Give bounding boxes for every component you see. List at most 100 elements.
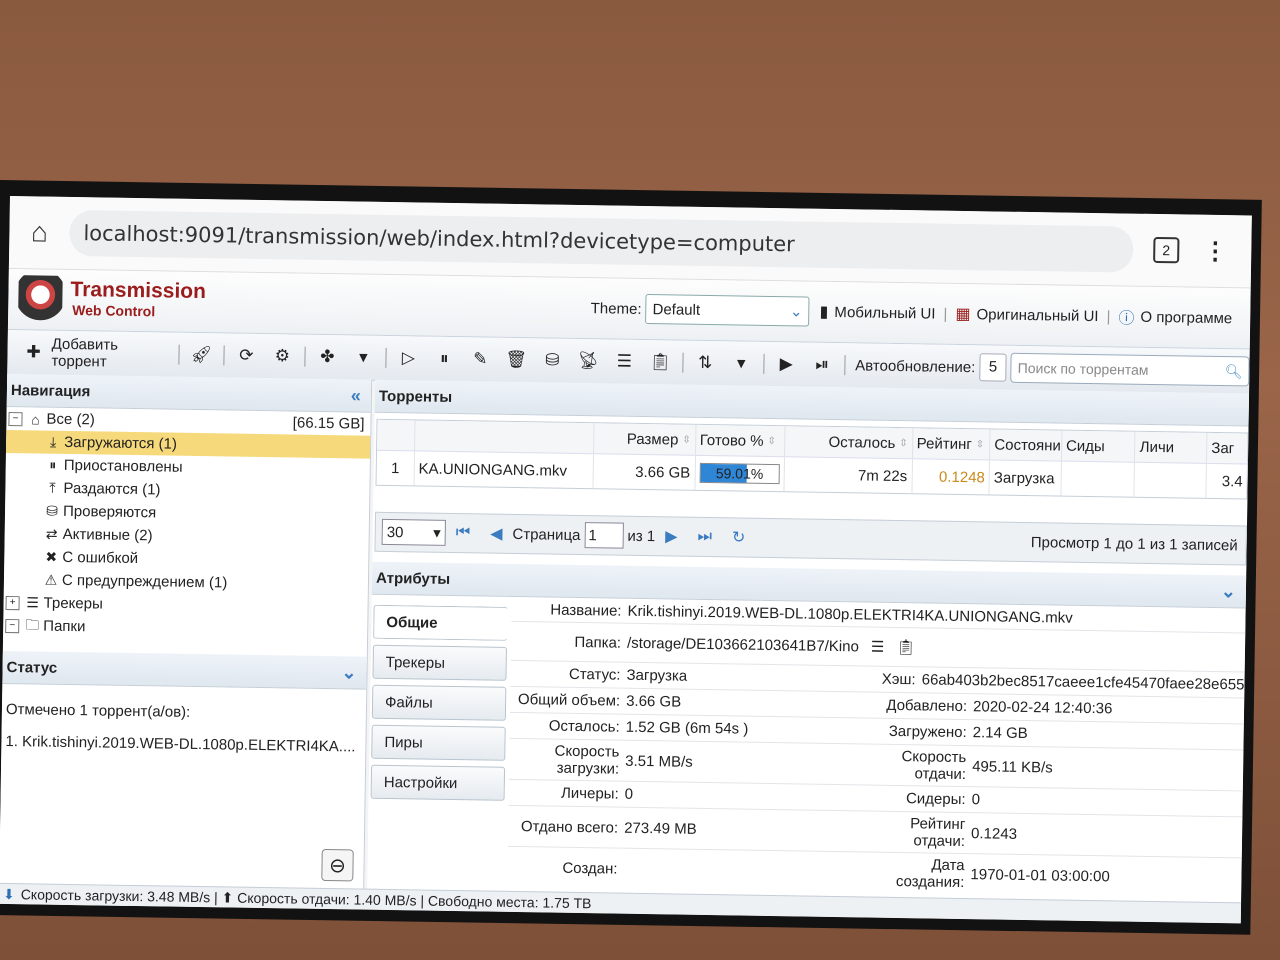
row-ratio: 0.1248 <box>911 459 991 495</box>
start-icon[interactable]: ▷ <box>394 344 422 372</box>
collapse-icon[interactable]: − <box>5 618 20 633</box>
loaded-value: 2.14 GB <box>972 724 1028 743</box>
search-input[interactable]: Поиск по торрентам 🔍︎ <box>1010 352 1250 387</box>
collapse-icon[interactable]: − <box>8 411 23 426</box>
col-left[interactable]: Осталось ⇳ <box>785 426 913 459</box>
tab-peers[interactable]: Пиры <box>371 724 506 761</box>
start-all-icon[interactable]: ▶ <box>772 350 800 378</box>
leechers-label: Личеры: <box>560 784 619 803</box>
trash-icon[interactable]: 🗑︎ <box>502 346 530 374</box>
list-icon[interactable]: ☰ <box>610 347 638 375</box>
chevron-down-double-icon[interactable]: ⌄ <box>341 662 356 683</box>
col-size[interactable]: Размер ⇳ <box>594 423 697 455</box>
reload-icon[interactable]: ↻ <box>732 527 746 547</box>
col-label: Личи <box>1139 438 1175 456</box>
col-name[interactable] <box>414 420 595 454</box>
address-bar[interactable]: localhost:9091/transmission/web/index.ht… <box>69 209 1134 273</box>
divider: | <box>943 305 948 323</box>
col-done[interactable]: Готово % ⇳ <box>695 424 786 457</box>
nav-label: С ошибкой <box>62 548 139 568</box>
col-label: Заг <box>1211 439 1235 457</box>
clipboard-icon[interactable]: 📋︎ <box>646 348 674 376</box>
original-ui-link[interactable]: Оригинальный UI <box>976 306 1098 325</box>
autorefresh-input[interactable]: 5 <box>979 353 1007 382</box>
ratio-label: Рейтинг отдачи: <box>910 815 966 851</box>
last-page-icon[interactable]: ⏭ <box>697 528 712 546</box>
plus-icon: ✚ <box>26 342 41 362</box>
theme-select[interactable]: Default ⌄ <box>645 293 810 327</box>
page-size-select[interactable]: 30 ▾ <box>381 518 446 546</box>
col-label: Рейтинг <box>916 434 972 453</box>
plugin-icon[interactable]: ✤ <box>313 343 341 371</box>
row-num: 1 <box>376 450 415 486</box>
col-label: Размер <box>626 430 679 449</box>
nav-size: [66.15 GB] <box>292 414 365 433</box>
refresh-icon[interactable]: ⟳ <box>232 342 260 370</box>
tab-general[interactable]: Общие <box>373 604 508 641</box>
chevron-down-double-icon[interactable]: ⌄ <box>1221 581 1236 602</box>
home-icon: ⌂ <box>31 410 40 427</box>
theme-value: Default <box>652 300 701 319</box>
nav-label: Раздаются (1) <box>63 479 161 499</box>
phone-icon: ▮ <box>819 303 829 321</box>
pause-all-icon[interactable]: ⏯ <box>808 351 836 379</box>
tab-settings[interactable]: Настройки <box>370 764 506 801</box>
chevron-down-icon[interactable]: ▾ <box>349 343 377 371</box>
clipboard-icon[interactable]: 📋︎ <box>896 638 915 656</box>
next-page-icon[interactable]: ▶ <box>665 526 678 546</box>
dlspeed-value: 3.51 MB/s <box>625 752 693 771</box>
chevron-down-icon: ▾ <box>433 524 441 542</box>
uploaded-value: 273.49 MB <box>624 819 697 838</box>
transfer-icon: ⇄ <box>45 525 58 542</box>
name-label: Название: <box>550 601 622 620</box>
mobile-ui-link[interactable]: Мобильный UI <box>834 303 935 322</box>
row-seeds <box>1061 461 1136 497</box>
reannounce-icon[interactable]: 📡︎ <box>574 347 602 375</box>
prev-page-icon[interactable]: ◀ <box>490 524 503 544</box>
pause-icon[interactable]: ⏸ <box>430 345 458 373</box>
list-icon[interactable]: ☰ <box>871 638 885 656</box>
add-torrent-button[interactable]: Добавить торрент <box>51 336 174 372</box>
home-icon[interactable]: ⌂ <box>9 216 69 249</box>
page-input[interactable]: 1 <box>584 522 624 549</box>
collapse-icon[interactable]: « <box>351 385 361 406</box>
chevron-down-icon[interactable]: ▾ <box>727 349 755 377</box>
nav-item-folders[interactable]: − 🗀 Папки <box>3 614 367 643</box>
leechers-value: 0 <box>624 785 634 803</box>
original-ui-icon: ▦ <box>955 305 971 324</box>
expand-icon[interactable]: + <box>5 595 20 610</box>
sort-icon: ⇳ <box>682 434 691 446</box>
col-state[interactable]: Состояни <box>990 429 1063 461</box>
status-value: Загрузка <box>626 666 688 685</box>
attr-tabs: Общие Трекеры Файлы Пиры Настройки <box>367 595 512 887</box>
col-seeds[interactable]: Сиды <box>1061 430 1136 462</box>
sort-icon[interactable]: ⇅ <box>691 349 719 377</box>
tab-count-button[interactable]: 2 <box>1153 236 1180 264</box>
pager-info: Просмотр 1 до 1 из 1 записей <box>1030 533 1238 554</box>
verify-icon[interactable]: ⛁ <box>538 346 566 374</box>
torrent-table: Размер ⇳ Готово % ⇳ Осталось ⇳ Рейтинг ⇳ Сос… <box>375 418 1249 500</box>
upload-icon: ⤒ <box>49 479 56 496</box>
edit-icon[interactable]: ✎ <box>466 345 494 373</box>
page-of: из 1 <box>627 527 656 545</box>
search-icon[interactable]: 🔍︎ <box>1225 363 1243 380</box>
check-icon: ⛁ <box>46 502 59 519</box>
col-dl[interactable]: Заг <box>1207 433 1247 464</box>
folder-icon: 🗀 <box>25 615 40 633</box>
col-ratio[interactable]: Рейтинг ⇳ <box>912 428 991 460</box>
page-size-value: 30 <box>386 523 404 541</box>
col-leech[interactable]: Личи <box>1135 431 1208 463</box>
tab-trackers[interactable]: Трекеры <box>372 644 507 681</box>
left-label: Осталось: <box>548 717 620 736</box>
gear-icon[interactable]: ⚙ <box>268 342 296 370</box>
added-label: Добавлено: <box>886 696 968 716</box>
rocket-icon[interactable]: 🚀︎ <box>187 341 215 369</box>
about-link[interactable]: О программе <box>1140 308 1232 326</box>
tab-files[interactable]: Файлы <box>371 684 507 721</box>
divider <box>178 344 180 365</box>
created-label: Создан: <box>562 859 618 878</box>
browser-menu-icon[interactable]: ⋮ <box>1203 236 1227 265</box>
ratio-value: 0.1243 <box>970 824 1018 843</box>
first-page-icon[interactable]: ⏮ <box>456 524 471 542</box>
clear-selection-button[interactable]: ⊖ <box>321 848 354 882</box>
